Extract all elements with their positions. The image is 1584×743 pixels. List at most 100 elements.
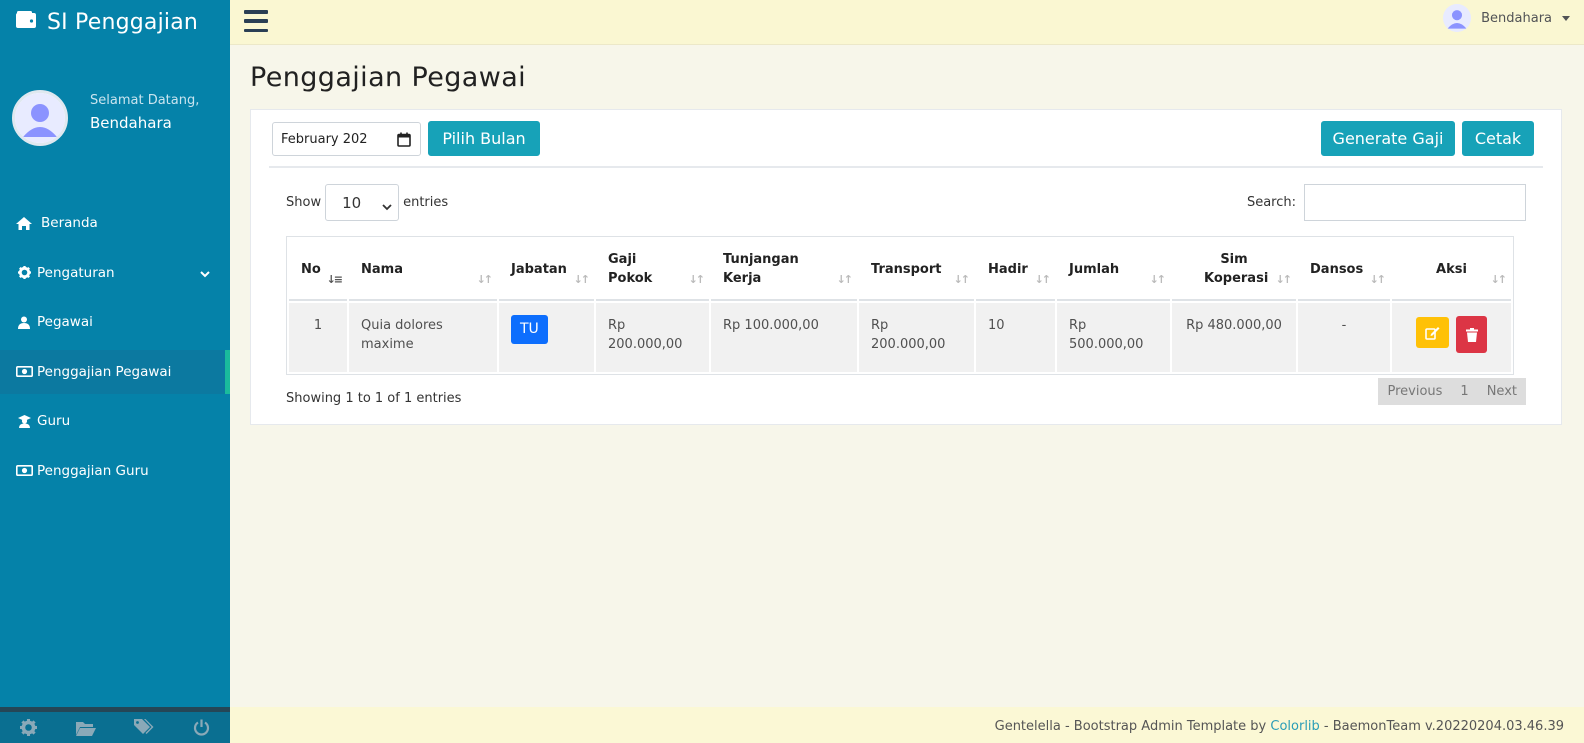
cell-value: Rp 500.000,00 xyxy=(1069,318,1144,352)
cell-transport: Rp 200.000,00 xyxy=(859,303,974,372)
profile-name: Bendahara xyxy=(90,114,172,132)
sort-icon: ↓↑ xyxy=(1034,273,1052,286)
profile: Selamat Datang, Bendahara xyxy=(0,44,230,169)
search-label: Search: xyxy=(1246,195,1296,210)
cell-nama: Quia dolores maxime xyxy=(349,303,497,372)
sort-asc-icon: ↓≡ xyxy=(326,273,344,286)
settings-icon[interactable] xyxy=(0,712,58,743)
sort-icon: ↓↑ xyxy=(573,273,591,286)
caret-down-icon xyxy=(1562,15,1570,21)
header-label: Tunjangan Kerja xyxy=(723,252,799,286)
column-header-sim-koperasi[interactable]: Sim Koperasi ↓↑ xyxy=(1172,239,1296,301)
user-name: Bendahara xyxy=(1481,10,1552,26)
print-button[interactable]: Cetak xyxy=(1462,121,1534,156)
home-icon xyxy=(15,216,33,230)
money-icon xyxy=(15,365,33,379)
column-header-no[interactable]: No ↓≡ xyxy=(289,239,347,301)
sidebar-item-penggajian-guru[interactable]: Penggajian Guru xyxy=(0,449,230,493)
teacher-icon xyxy=(15,414,33,428)
sort-icon: ↓↑ xyxy=(1149,273,1167,286)
column-header-jabatan[interactable]: Jabatan ↓↑ xyxy=(499,239,594,301)
wallet-icon xyxy=(15,10,37,34)
column-header-jumlah[interactable]: Jumlah ↓↑ xyxy=(1057,239,1170,301)
column-header-gaji-pokok[interactable]: Gaji Pokok ↓↑ xyxy=(596,239,709,301)
search-input[interactable] xyxy=(1304,184,1526,221)
entries-label: entries xyxy=(403,195,449,210)
table-row: 1 Quia dolores maxime TU Rp 200.000,00 R… xyxy=(289,303,1511,372)
cell-gaji-pokok: Rp 200.000,00 xyxy=(596,303,709,372)
pick-month-button[interactable]: Pilih Bulan xyxy=(428,121,540,156)
avatar xyxy=(12,89,68,146)
sidebar-item-guru[interactable]: Guru xyxy=(0,399,230,443)
chevron-down-icon xyxy=(382,197,392,215)
welcome-text: Selamat Datang, xyxy=(90,93,200,108)
gear-icon xyxy=(15,266,33,280)
column-header-nama[interactable]: Nama ↓↑ xyxy=(349,239,497,301)
cell-value: Rp 200.000,00 xyxy=(608,318,683,352)
sidebar-item-label: Guru xyxy=(37,413,71,429)
salary-table: No ↓≡ Nama ↓↑ Jabatan ↓↑ Gaji Pokok ↓↑ Tunja… xyxy=(286,236,1514,375)
sidebar-item-label: Beranda xyxy=(41,215,98,231)
cell-no: 1 xyxy=(289,303,347,372)
edit-button[interactable] xyxy=(1416,317,1449,348)
menu-toggle-icon[interactable] xyxy=(244,10,268,32)
sidebar-item-pengaturan[interactable]: Pengaturan xyxy=(0,251,230,295)
sort-icon: ↓↑ xyxy=(688,273,706,286)
footer-link[interactable]: Colorlib xyxy=(1270,719,1319,734)
cell-hadir: 10 xyxy=(976,303,1055,372)
entries-value: 10 xyxy=(342,193,362,212)
sidebar-item-label: Penggajian Guru xyxy=(37,462,149,479)
header-label: Transport xyxy=(871,261,942,277)
column-header-transport[interactable]: Transport ↓↑ xyxy=(859,239,974,301)
header-label: Gaji Pokok xyxy=(608,252,653,286)
sidebar-item-label: Penggajian Pegawai xyxy=(37,363,172,380)
pagination: Previous 1 Next xyxy=(1378,378,1526,405)
column-header-hadir[interactable]: Hadir ↓↑ xyxy=(976,239,1055,301)
next-button[interactable]: Next xyxy=(1478,378,1526,405)
calendar-icon[interactable] xyxy=(397,132,411,151)
header-label: Nama xyxy=(361,261,403,277)
sidebar-item-beranda[interactable]: Beranda xyxy=(0,201,230,245)
top-navbar: Bendahara xyxy=(230,0,1584,45)
cell-jabatan: TU xyxy=(499,303,594,372)
previous-button[interactable]: Previous xyxy=(1378,378,1451,405)
sort-icon: ↓↑ xyxy=(476,273,494,286)
cell-aksi xyxy=(1392,303,1511,372)
page-1-button[interactable]: 1 xyxy=(1451,378,1477,405)
position-badge: TU xyxy=(511,315,548,344)
user-dropdown[interactable]: Bendahara xyxy=(1443,4,1570,32)
show-label: Show xyxy=(286,195,322,210)
table-header-row: No ↓≡ Nama ↓↑ Jabatan ↓↑ Gaji Pokok ↓↑ Tunja… xyxy=(289,239,1511,301)
sidebar-item-penggajian-pegawai[interactable]: Penggajian Pegawai xyxy=(0,349,230,394)
tags-icon[interactable] xyxy=(115,712,173,743)
sidebar-item-pegawai[interactable]: Pegawai xyxy=(0,300,230,344)
edit-icon xyxy=(1425,326,1440,340)
sidebar: SI Penggajian Selamat Datang, Bendahara … xyxy=(0,0,230,743)
header-label: Dansos xyxy=(1310,261,1364,277)
delete-button[interactable] xyxy=(1456,316,1487,353)
column-header-aksi[interactable]: Aksi ↓↑ xyxy=(1392,239,1511,301)
column-header-tunjangan-kerja[interactable]: Tunjangan Kerja ↓↑ xyxy=(711,239,857,301)
header-label: Sim Koperasi xyxy=(1204,252,1269,286)
trash-icon xyxy=(1465,327,1478,342)
entries-select[interactable]: 10 xyxy=(325,184,400,221)
user-icon xyxy=(15,315,33,329)
power-icon[interactable] xyxy=(173,712,231,743)
sort-icon: ↓↑ xyxy=(1275,273,1293,286)
sort-icon: ↓↑ xyxy=(953,273,971,286)
sort-icon: ↓↑ xyxy=(836,273,854,286)
page-title: Penggajian Pegawai xyxy=(250,62,527,93)
table-info: Showing 1 to 1 of 1 entries xyxy=(286,391,462,406)
brand[interactable]: SI Penggajian xyxy=(0,0,230,44)
column-header-dansos[interactable]: Dansos ↓↑ xyxy=(1298,239,1390,301)
generate-salary-button[interactable]: Generate Gaji xyxy=(1321,121,1455,156)
footer: Gentelella - Bootstrap Admin Template by… xyxy=(230,707,1584,743)
cell-tunjangan: Rp 100.000,00 xyxy=(711,303,857,372)
money-icon xyxy=(15,464,33,478)
folder-icon[interactable] xyxy=(58,712,116,743)
sidebar-footer xyxy=(0,707,230,743)
chevron-down-icon xyxy=(200,266,210,282)
search-control: Search: xyxy=(1247,184,1526,221)
month-input[interactable]: February 202 xyxy=(272,122,421,156)
cell-dansos: - xyxy=(1298,303,1390,372)
